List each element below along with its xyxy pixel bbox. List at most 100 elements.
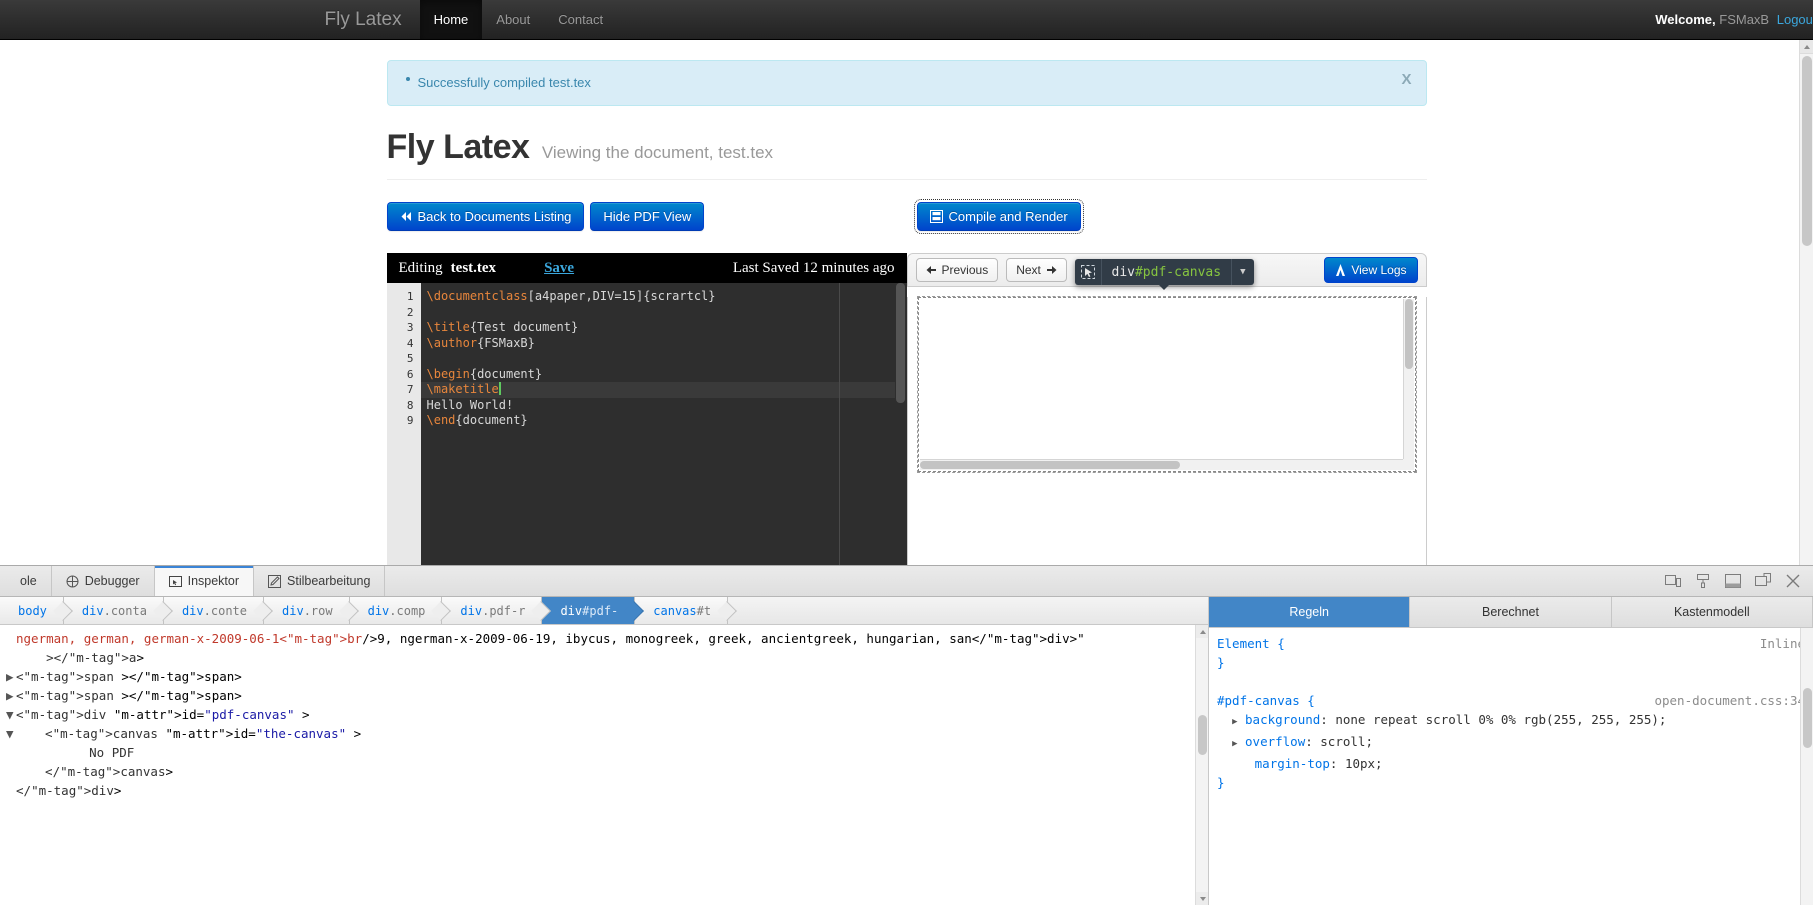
markup-line[interactable]: ▶ <"m-tag">span ></"m-tag">span> <box>6 686 1202 705</box>
code-editor[interactable]: 1 2 3 4 5 6 7 8 9 \documentclass[a4paper,DIV=15]… <box>386 283 907 593</box>
editor-scrollbar-thumb[interactable] <box>895 283 905 403</box>
breadcrumb-item[interactable]: div .pdf-r <box>442 597 543 624</box>
markup-line[interactable]: </"m-tag">div> <box>6 781 1202 800</box>
user-session-area: Welcome, FSMaxB Logout <box>1655 0 1813 40</box>
top-navbar: Fly Latex Home About Contact Welcome, FS… <box>0 0 1813 40</box>
code-token: \begin <box>426 366 470 381</box>
save-link[interactable]: Save <box>544 260 574 277</box>
debugger-icon <box>66 575 79 587</box>
markup-scrollbar-thumb[interactable] <box>1198 715 1207 755</box>
nav-item-home[interactable]: Home <box>419 0 483 39</box>
css-pdf-rule-header: #pdf-canvas {open-document.css:34 <box>1217 693 1805 708</box>
code-line[interactable]: \end{document} <box>421 413 907 429</box>
code-line[interactable]: \documentclass[a4paper,DIV=15]{scrartcl} <box>421 289 907 305</box>
tab-kastenmodell[interactable]: Kastenmodell <box>1612 597 1813 627</box>
twisty-icon[interactable]: ▼ <box>6 724 16 743</box>
logout-link[interactable]: Logout <box>1777 12 1813 27</box>
pdf-canvas[interactable] <box>916 296 1417 473</box>
tab-console[interactable]: ole <box>0 566 52 596</box>
back-to-documents-button[interactable]: Back to Documents Listing <box>386 202 585 231</box>
expand-triangle-icon[interactable]: ▶ <box>1232 717 1237 727</box>
pdf-canvas-vscroll-thumb[interactable] <box>1404 299 1413 369</box>
breadcrumb-item[interactable]: div .row <box>264 597 350 624</box>
view-logs-button[interactable]: View Logs <box>1324 257 1418 283</box>
separate-window-icon[interactable] <box>1755 573 1771 589</box>
code-line[interactable]: \title{Test document} <box>421 320 907 336</box>
next-page-label: Next <box>1016 263 1041 277</box>
paint-flashing-icon[interactable] <box>1695 573 1711 589</box>
editor-scrollbar[interactable] <box>894 283 907 593</box>
breadcrumb-selector: .conta <box>103 603 147 618</box>
code-line[interactable]: \maketitle <box>420 382 907 398</box>
film-icon <box>929 210 943 223</box>
gutter-line-number: 8 <box>406 398 414 412</box>
markup-tree[interactable]: ngerman, german, german-x-2009-06-1<"m-t… <box>0 625 1208 905</box>
css-rules-list[interactable]: Element {Inline} #pdf-canvas {open-docum… <box>1209 628 1813 905</box>
selector-tag: div <box>1111 264 1135 280</box>
code-line[interactable]: Hello World! <box>421 398 907 414</box>
pdf-canvas-vertical-scrollbar[interactable] <box>1402 299 1414 459</box>
markup-line[interactable]: ngerman, german, german-x-2009-06-1<"m-t… <box>6 629 1202 648</box>
breadcrumb-item[interactable]: div .conta <box>63 597 164 624</box>
code-line[interactable] <box>421 351 907 367</box>
hide-pdf-view-button[interactable]: Hide PDF View <box>590 202 705 231</box>
tab-stilbearbeitung[interactable]: Stilbearbeitung <box>254 566 386 596</box>
css-element-rule-header: Element {Inline <box>1217 636 1805 651</box>
markup-line[interactable]: ▼ <"m-tag">div "m-attr">id="pdf-canvas" > <box>6 705 1202 724</box>
pdf-canvas-hscroll-thumb[interactable] <box>919 461 1180 469</box>
tab-inspektor[interactable]: Inspektor <box>154 566 255 596</box>
code-line[interactable]: \author{FSMaxB} <box>421 336 907 352</box>
expand-triangle-icon[interactable]: ▶ <box>1232 739 1237 749</box>
code-token: \documentclass <box>426 289 528 303</box>
markup-line[interactable]: ></"m-tag">a> <box>6 648 1202 667</box>
markup-scroll-down-icon[interactable] <box>1196 892 1208 905</box>
rules-scrollbar[interactable] <box>1800 628 1813 905</box>
close-icon[interactable] <box>1785 573 1801 589</box>
twisty-icon[interactable]: ▼ <box>6 705 16 724</box>
compile-and-render-button[interactable]: Compile and Render <box>913 199 1084 234</box>
markup-line[interactable]: No PDF <box>6 743 1202 762</box>
close-icon[interactable]: X <box>1401 71 1411 88</box>
code-line[interactable]: \begin{document} <box>421 367 907 383</box>
brand-logo[interactable]: Fly Latex <box>307 0 420 39</box>
tab-debugger[interactable]: Debugger <box>52 566 155 596</box>
css-spacer <box>1217 672 1805 691</box>
next-page-button[interactable]: Next <box>1006 258 1067 282</box>
twisty-icon[interactable]: ▶ <box>6 667 16 686</box>
devtools-body: body div .conta div .conte div .row div .comp div… <box>0 597 1813 905</box>
markup-line[interactable]: </"m-tag">canvas> <box>6 762 1202 781</box>
breadcrumb-item[interactable]: body <box>0 597 64 624</box>
back-to-documents-label: Back to Documents Listing <box>417 209 572 224</box>
tab-berechnet[interactable]: Berechnet <box>1410 597 1612 627</box>
dock-side-icon[interactable] <box>1725 573 1741 589</box>
nav-item-contact[interactable]: Contact <box>544 0 617 39</box>
element-inspector-tooltip: div #pdf-canvas ▼ <box>1074 259 1254 290</box>
css-declaration: ▶ overflow: scroll; <box>1232 734 1373 749</box>
pdf-canvas-horizontal-scrollbar[interactable] <box>919 459 1403 470</box>
markup-scroll-up-icon[interactable] <box>1196 625 1208 638</box>
hide-pdf-view-label: Hide PDF View <box>603 209 692 224</box>
editor-code-area[interactable]: \documentclass[a4paper,DIV=15]{scrartcl}… <box>420 283 907 593</box>
rules-scrollbar-thumb[interactable] <box>1803 688 1812 748</box>
breadcrumb-item[interactable]: div #pdf- <box>542 597 636 624</box>
markup-line[interactable]: ▶ <"m-tag">span ></"m-tag">span> <box>6 667 1202 686</box>
breadcrumb-item[interactable]: div .comp <box>349 597 443 624</box>
css-pdf-rule-close: } <box>1217 775 1225 790</box>
nav-item-about[interactable]: About <box>482 0 544 39</box>
previous-page-button[interactable]: Previous <box>915 258 999 282</box>
chevron-down-icon[interactable]: ▼ <box>1231 259 1253 285</box>
responsive-design-icon[interactable] <box>1665 573 1681 589</box>
breadcrumb-item[interactable]: div .conte <box>163 597 264 624</box>
devtools-tabbar: ole Debugger Inspektor Stilbearbeitung <box>0 566 1813 597</box>
markup-line[interactable]: ▼ <"m-tag">canvas "m-attr">id="the-canva… <box>6 724 1202 743</box>
scroll-up-arrow-icon[interactable] <box>1800 40 1813 54</box>
element-picker-icon[interactable] <box>1075 259 1102 285</box>
twisty-icon[interactable]: ▶ <box>6 686 16 705</box>
markup-scrollbar[interactable] <box>1195 625 1208 905</box>
code-line[interactable] <box>421 305 907 321</box>
breadcrumb-item[interactable]: canvas #t <box>635 597 729 624</box>
code-token: Hello World! <box>426 397 514 412</box>
page-scrollbar[interactable] <box>1799 40 1813 585</box>
tab-regeln[interactable]: Regeln <box>1209 597 1411 627</box>
page-scrollbar-thumb[interactable] <box>1802 56 1812 246</box>
